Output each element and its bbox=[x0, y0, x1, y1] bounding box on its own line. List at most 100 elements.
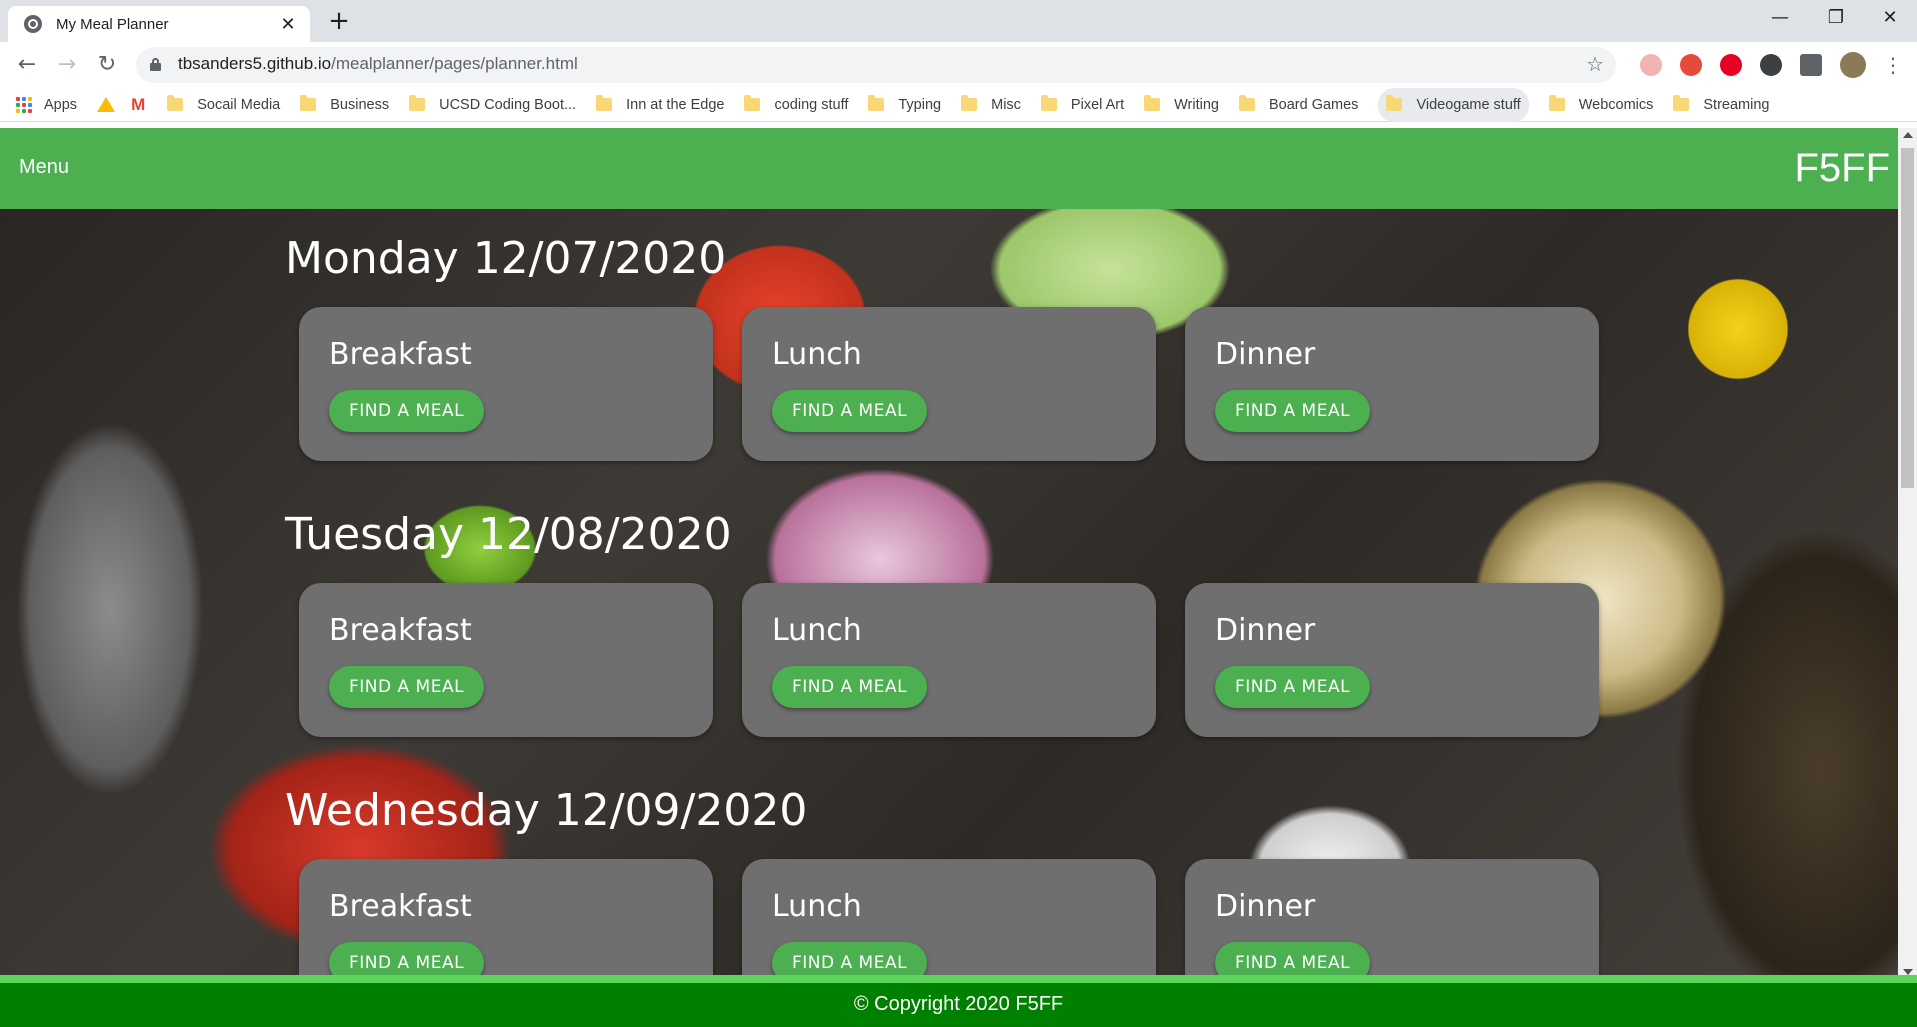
find-a-meal-button[interactable]: FIND A MEAL bbox=[329, 942, 485, 979]
folder-icon bbox=[868, 95, 885, 111]
bookmark-folder[interactable]: Misc bbox=[961, 88, 1021, 122]
bookmark-label: Apps bbox=[44, 96, 78, 113]
extension-icon-2[interactable] bbox=[1680, 54, 1702, 76]
bookmark-label: Inn at the Edge bbox=[626, 96, 725, 113]
meal-card-dinner: Dinner FIND A MEAL bbox=[1185, 583, 1599, 737]
extension-icon-1[interactable] bbox=[1640, 54, 1662, 76]
find-a-meal-button[interactable]: FIND A MEAL bbox=[1215, 942, 1371, 979]
meal-card-breakfast: Breakfast FIND A MEAL bbox=[299, 583, 713, 737]
meal-card-lunch: Lunch FIND A MEAL bbox=[742, 307, 1156, 461]
bookmark-folder[interactable]: coding stuff bbox=[744, 88, 848, 122]
bookmark-apps[interactable]: Apps bbox=[16, 88, 77, 122]
bookmark-folder[interactable]: Socail Media bbox=[167, 88, 280, 122]
address-bar[interactable]: tbsanders5.github.io/mealplanner/pages/p… bbox=[136, 47, 1616, 83]
new-tab-button[interactable]: + bbox=[324, 6, 354, 36]
bookmark-folder[interactable]: UCSD Coding Boot... bbox=[409, 88, 576, 122]
menu-link[interactable]: Menu bbox=[19, 156, 69, 179]
folder-icon bbox=[300, 95, 317, 111]
bookmark-label: Misc bbox=[991, 96, 1021, 113]
page-scrollbar[interactable] bbox=[1898, 128, 1917, 979]
browser-tab[interactable]: My Meal Planner ✕ bbox=[8, 6, 310, 42]
url-text[interactable]: tbsanders5.github.io/mealplanner/pages/p… bbox=[178, 54, 578, 74]
meal-card-lunch: Lunch FIND A MEAL bbox=[742, 583, 1156, 737]
meal-title: Dinner bbox=[1215, 889, 1316, 924]
url-host: tbsanders5.github.io bbox=[178, 54, 332, 73]
meal-title: Lunch bbox=[772, 337, 862, 372]
google-drive-icon[interactable] bbox=[97, 88, 116, 122]
globe-icon bbox=[24, 15, 42, 33]
folder-icon bbox=[1386, 95, 1403, 111]
gmail-icon[interactable]: M bbox=[131, 88, 145, 122]
copyright-text: © Copyright 2020 F5FF bbox=[853, 993, 1064, 1015]
meal-title: Breakfast bbox=[329, 889, 472, 924]
folder-icon bbox=[1673, 95, 1690, 111]
find-a-meal-button[interactable]: FIND A MEAL bbox=[772, 942, 928, 979]
bookmark-label: Streaming bbox=[1703, 96, 1770, 113]
day-title: Wednesday 12/09/2020 bbox=[285, 785, 808, 836]
bookmark-label: Typing bbox=[898, 96, 942, 113]
scrollbar-thumb[interactable] bbox=[1901, 148, 1914, 488]
day-title: Monday 12/07/2020 bbox=[285, 233, 727, 284]
meal-card-lunch: Lunch FIND A MEAL bbox=[742, 859, 1156, 979]
meal-title: Lunch bbox=[772, 889, 862, 924]
bookmark-folder[interactable]: Streaming bbox=[1673, 88, 1769, 122]
folder-icon bbox=[1040, 95, 1057, 111]
meal-card-breakfast: Breakfast FIND A MEAL bbox=[299, 307, 713, 461]
bookmark-label: UCSD Coding Boot... bbox=[439, 96, 577, 113]
folder-icon bbox=[1144, 95, 1161, 111]
folder-icon bbox=[1548, 95, 1565, 111]
site-navbar: Menu F5FF bbox=[0, 128, 1898, 209]
bookmark-label: Socail Media bbox=[197, 96, 281, 113]
extension-icon-4[interactable] bbox=[1760, 54, 1782, 76]
forward-arrow-icon[interactable]: → bbox=[52, 50, 82, 80]
bookmark-folder[interactable]: Board Games bbox=[1238, 88, 1359, 122]
url-path: /mealplanner/pages/planner.html bbox=[331, 54, 578, 73]
browser-toolbar: ← → ↻ tbsanders5.github.io/mealplanner/p… bbox=[0, 42, 1917, 88]
minimize-button[interactable]: — bbox=[1752, 0, 1808, 36]
bookmark-folder[interactable]: Videogame stuff bbox=[1378, 87, 1529, 122]
bookmark-label: Board Games bbox=[1268, 96, 1359, 113]
bookmark-label: Writing bbox=[1174, 96, 1219, 113]
bookmark-folder[interactable]: Writing bbox=[1144, 88, 1219, 122]
find-a-meal-button[interactable]: FIND A MEAL bbox=[1215, 666, 1371, 708]
folder-icon bbox=[409, 95, 426, 111]
bookmark-folder[interactable]: Pixel Art bbox=[1040, 88, 1125, 122]
meal-title: Lunch bbox=[772, 613, 862, 648]
find-a-meal-button[interactable]: FIND A MEAL bbox=[772, 390, 928, 432]
find-a-meal-button[interactable]: FIND A MEAL bbox=[1215, 390, 1371, 432]
find-a-meal-button[interactable]: FIND A MEAL bbox=[329, 666, 485, 708]
meal-title: Breakfast bbox=[329, 613, 472, 648]
find-a-meal-button[interactable]: FIND A MEAL bbox=[329, 390, 485, 432]
folder-icon bbox=[167, 95, 184, 111]
page-viewport: Menu F5FF Monday 12/07/2020 Breakfast FI… bbox=[0, 123, 1917, 1027]
meal-card-dinner: Dinner FIND A MEAL bbox=[1185, 307, 1599, 461]
reload-icon[interactable]: ↻ bbox=[92, 50, 122, 80]
lock-icon bbox=[150, 58, 161, 71]
puzzle-icon[interactable] bbox=[1800, 54, 1822, 76]
find-a-meal-button[interactable]: FIND A MEAL bbox=[772, 666, 928, 708]
folder-icon bbox=[596, 95, 613, 111]
browser-tab-strip: My Meal Planner ✕ + — ❐ ✕ bbox=[0, 0, 1917, 42]
bookmark-star-icon[interactable]: ☆ bbox=[1586, 52, 1604, 76]
restore-button[interactable]: ❐ bbox=[1808, 0, 1864, 36]
meal-title: Dinner bbox=[1215, 337, 1316, 372]
bookmark-label: Pixel Art bbox=[1070, 96, 1125, 113]
bookmark-label: Webcomics bbox=[1578, 96, 1654, 113]
scroll-up-arrow-icon[interactable] bbox=[1903, 132, 1913, 138]
bookmark-folder[interactable]: Webcomics bbox=[1548, 88, 1654, 122]
pinterest-icon[interactable] bbox=[1720, 54, 1742, 76]
tab-close-icon[interactable]: ✕ bbox=[278, 14, 298, 35]
brand-logo[interactable]: F5FF bbox=[1794, 146, 1890, 191]
folder-icon bbox=[744, 95, 761, 111]
bookmark-folder[interactable]: Typing bbox=[868, 88, 941, 122]
back-arrow-icon[interactable]: ← bbox=[12, 50, 42, 80]
bookmark-label: Business bbox=[330, 96, 390, 113]
bookmark-folder[interactable]: Inn at the Edge bbox=[596, 88, 724, 122]
apps-grid-icon bbox=[16, 96, 32, 113]
bookmark-folder[interactable]: Business bbox=[300, 88, 389, 122]
folder-icon bbox=[961, 95, 978, 111]
close-window-button[interactable]: ✕ bbox=[1862, 0, 1917, 36]
meal-card-breakfast: Breakfast FIND A MEAL bbox=[299, 859, 713, 979]
more-menu-icon[interactable]: ⋮ bbox=[1878, 50, 1908, 80]
avatar[interactable] bbox=[1840, 52, 1866, 78]
